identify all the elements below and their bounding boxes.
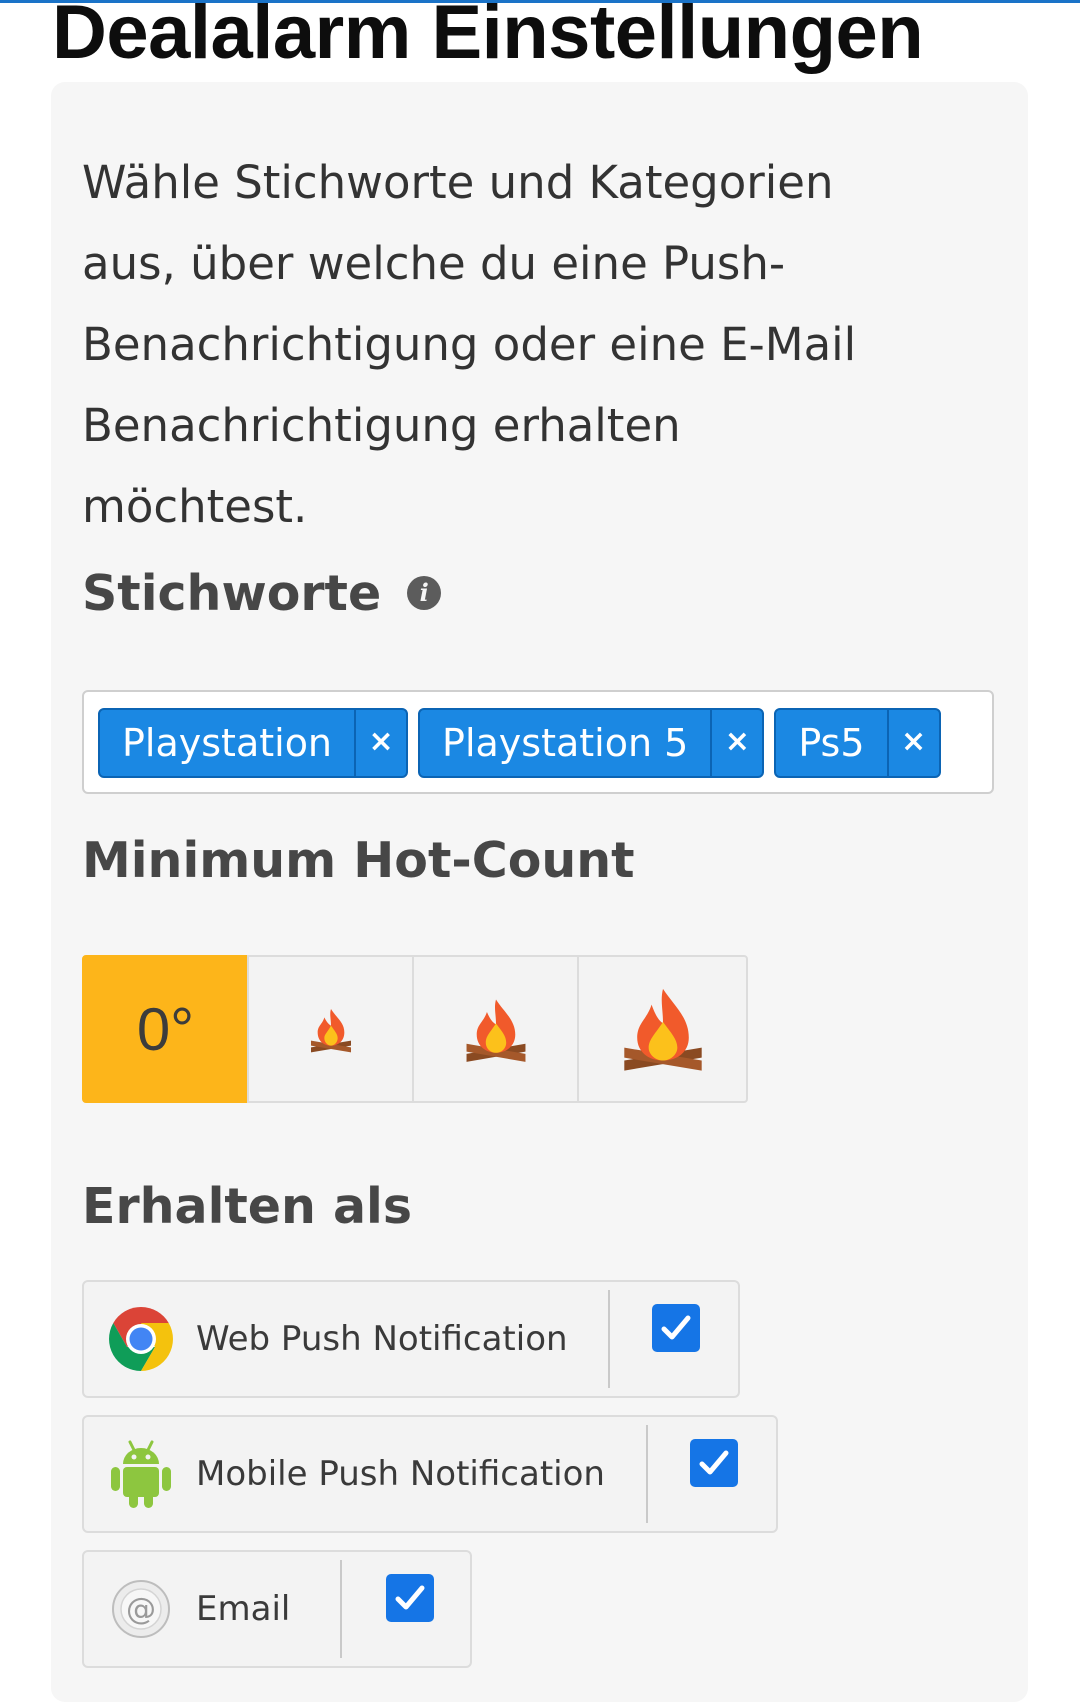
mobile-push-checkbox[interactable] [690, 1439, 738, 1487]
receive-title: Erhalten als [82, 1178, 413, 1235]
keywords-section-title: Stichworte i [82, 564, 442, 624]
svg-text:@: @ [126, 1592, 156, 1627]
remove-tag-button[interactable]: × [886, 710, 939, 776]
channel-email: @ Email [82, 1550, 472, 1668]
keyword-tag: Playstation 5 × [418, 708, 765, 778]
small-fire-icon [310, 1009, 351, 1053]
checkmark-icon [661, 1315, 691, 1340]
large-fire-icon [623, 988, 702, 1071]
keyword-tag-label: Playstation [122, 721, 333, 765]
channel-mobile-push: Mobile Push Notification [82, 1415, 778, 1533]
channel-divider [340, 1560, 342, 1658]
channel-label: Web Push Notification [196, 1319, 568, 1359]
channel-web-push: Web Push Notification [82, 1280, 740, 1398]
chrome-icon [104, 1302, 178, 1376]
remove-tag-button[interactable]: × [710, 710, 762, 776]
page-title: Dealalarm Einstellungen [52, 0, 924, 75]
medium-fire-icon [466, 999, 525, 1062]
keyword-tag: Playstation × [98, 708, 409, 778]
channel-label: Mobile Push Notification [196, 1454, 605, 1494]
hot-count-option-low[interactable] [247, 955, 414, 1103]
channel-divider [646, 1425, 648, 1523]
hot-count-option-zero[interactable]: 0° [82, 955, 249, 1103]
keyword-tag-label: Playstation 5 [442, 721, 689, 765]
hot-count-title: Minimum Hot-Count [82, 832, 635, 889]
checkmark-icon [395, 1585, 425, 1610]
checkmark-icon [699, 1450, 729, 1475]
hot-count-option-medium[interactable] [412, 955, 579, 1103]
info-icon[interactable]: i [407, 575, 442, 610]
email-checkbox[interactable] [386, 1574, 434, 1622]
intro-text: Wähle Stichworte und Kategorien aus, übe… [82, 156, 857, 533]
web-push-checkbox[interactable] [652, 1304, 700, 1352]
channel-label: Email [196, 1589, 291, 1629]
keyword-tag-label: Ps5 [798, 721, 865, 765]
keywords-input[interactable]: Playstation × Playstation 5 × Ps5 × [82, 690, 994, 794]
keyword-tag: Ps5 × [774, 708, 941, 778]
remove-tag-button[interactable]: × [354, 710, 406, 776]
at-sign-icon: @ [104, 1572, 178, 1646]
channel-divider [608, 1290, 610, 1388]
hot-count-selector: 0° [82, 955, 748, 1103]
hot-count-zero-label: 0° [136, 995, 195, 1063]
keywords-title: Stichworte [82, 565, 382, 622]
hot-count-option-high[interactable] [577, 955, 748, 1103]
android-icon [104, 1437, 178, 1511]
